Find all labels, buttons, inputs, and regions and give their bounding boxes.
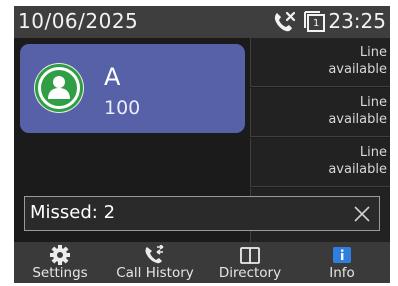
info-icon (333, 247, 351, 263)
contact-card[interactable]: A 100 (20, 44, 245, 133)
softkey-label: Call History (116, 265, 194, 281)
contact-name: A (104, 63, 121, 91)
line-key-label: Line available (328, 145, 387, 177)
line-key-label: Line available (328, 45, 387, 77)
line-key-3[interactable]: Line available (250, 138, 390, 187)
missed-call-icon (272, 10, 298, 38)
avatar (34, 63, 84, 113)
missed-calls-notification[interactable]: Missed: 2 (24, 196, 380, 231)
person-icon (48, 76, 70, 99)
softkey-settings[interactable]: Settings (18, 242, 102, 283)
phone-screen: 10/06/2025 1 23:25 A 100 Line available … (14, 6, 390, 283)
status-time: 23:25 (328, 9, 386, 33)
softkey-label: Info (329, 265, 355, 281)
line-indicator-number: 1 (313, 18, 320, 29)
close-icon[interactable] (353, 205, 371, 223)
contact-number: 100 (104, 97, 141, 119)
gear-icon (50, 245, 70, 265)
line-1-icon: 1 (304, 11, 326, 37)
line-key-2[interactable]: Line available (250, 88, 390, 137)
call-history-icon (145, 245, 164, 264)
softkey-label: Settings (32, 265, 88, 281)
softkey-call-history[interactable]: Call History (110, 242, 200, 283)
softkey-info[interactable]: Info (300, 242, 384, 283)
softkey-bar: Settings Call History Directory Info (14, 242, 390, 283)
softkey-label: Directory (218, 265, 282, 281)
line-key-1[interactable]: Line available (250, 38, 390, 87)
missed-calls-text: Missed: 2 (30, 202, 116, 223)
softkey-directory[interactable]: Directory (208, 242, 292, 283)
line-key-label: Line available (328, 95, 387, 127)
status-date: 10/06/2025 (18, 9, 139, 33)
book-icon (240, 247, 260, 264)
status-bar: 10/06/2025 1 23:25 (14, 6, 390, 38)
